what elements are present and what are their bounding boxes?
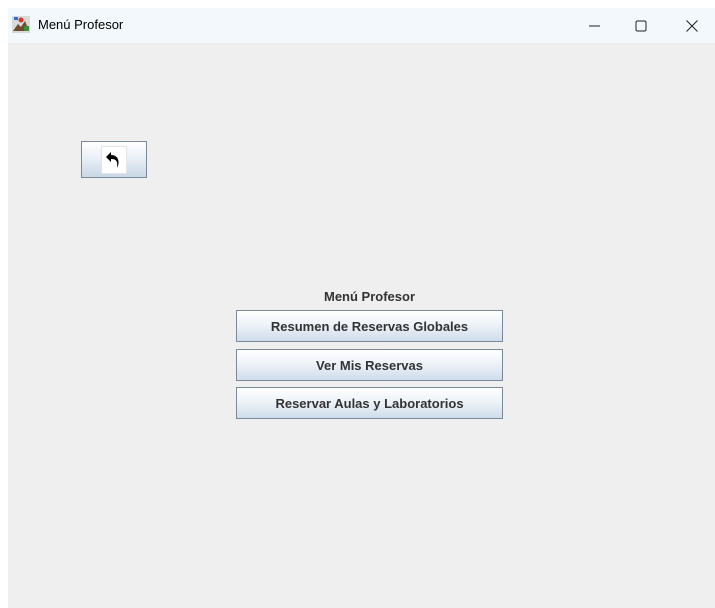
maximize-icon: [635, 20, 647, 32]
undo-arrow-icon: [101, 145, 127, 174]
title-bar[interactable]: Menú Profesor: [8, 8, 715, 43]
app-window: Menú Profesor Menú Profesor Resumen de R…: [8, 8, 715, 608]
window-title: Menú Profesor: [38, 17, 124, 32]
close-icon: [686, 19, 698, 32]
minimize-button[interactable]: [572, 8, 618, 43]
minimize-icon: [589, 20, 601, 32]
close-button[interactable]: [669, 8, 715, 43]
java-app-icon: [12, 16, 30, 33]
menu-title: Menú Profesor: [323, 289, 415, 304]
my-reservations-button[interactable]: Ver Mis Reservas: [236, 349, 503, 381]
back-button[interactable]: [81, 141, 147, 178]
global-reservations-summary-button[interactable]: Resumen de Reservas Globales: [236, 310, 503, 342]
maximize-button[interactable]: [618, 8, 664, 43]
reserve-classrooms-labs-button[interactable]: Reservar Aulas y Laboratorios: [236, 387, 503, 419]
